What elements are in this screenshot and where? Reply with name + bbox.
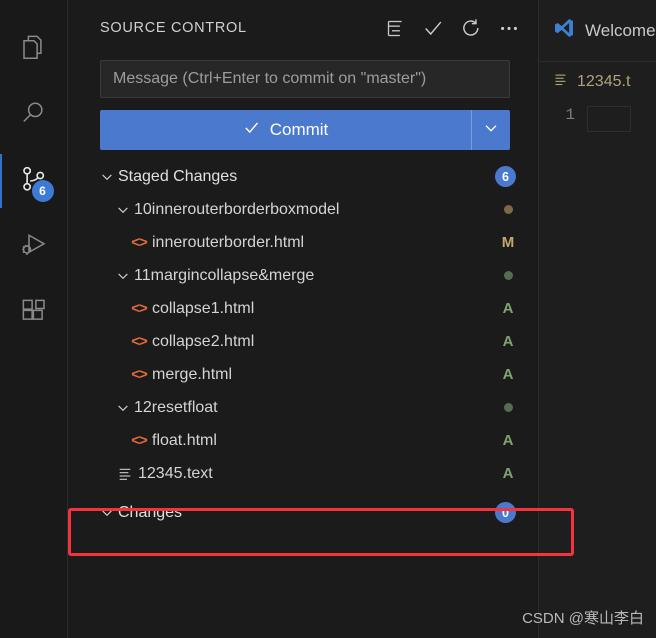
list-tree-icon[interactable]	[385, 18, 406, 39]
commit-button[interactable]: Commit	[100, 110, 471, 150]
commit-message-wrap	[68, 56, 538, 98]
activity-item-extensions[interactable]	[0, 280, 68, 346]
code-editor[interactable]: 1	[539, 102, 656, 638]
file-status: A	[502, 300, 514, 317]
tree-file-collapse1-html[interactable]: <> collapse1.html A	[68, 292, 538, 325]
source-control-tree: Staged Changes 6 10innerouterborderboxmo…	[68, 160, 538, 529]
tree-file-merge-html[interactable]: <> merge.html A	[68, 358, 538, 391]
folder-status-dot	[504, 403, 513, 412]
html-file-icon: <>	[131, 432, 148, 449]
cursor-region	[587, 106, 631, 132]
check-icon[interactable]	[422, 17, 444, 39]
chevron-down-icon	[112, 203, 134, 217]
activity-bar: 6	[0, 0, 68, 638]
html-file-icon: <>	[131, 300, 148, 317]
changes-count: 0	[495, 502, 516, 523]
chevron-down-icon	[483, 120, 499, 141]
tab-welcome[interactable]: Welcome	[539, 0, 656, 61]
editor-area: Welcome 12345.t 1	[538, 0, 656, 638]
tree-file-collapse2-html[interactable]: <> collapse2.html A	[68, 325, 538, 358]
chevron-down-icon	[112, 401, 134, 415]
chevron-down-icon	[96, 506, 118, 520]
activity-item-explorer[interactable]	[0, 16, 68, 82]
tree-file-innerouterborder-html[interactable]: <> innerouterborder.html M	[68, 226, 538, 259]
commit-button-wrap: Commit	[68, 98, 538, 150]
breadcrumb-label: 12345.t	[577, 73, 631, 90]
source-control-panel: SOURCE CONTROL Message (Ctrl+Enter to co…	[68, 0, 574, 638]
file-label: 12345.text	[138, 464, 213, 482]
panel-title: SOURCE CONTROL	[100, 20, 247, 36]
text-file-icon	[112, 466, 138, 482]
files-icon	[19, 32, 49, 67]
file-label: collapse1.html	[152, 299, 255, 317]
line-number-gutter: 1	[539, 104, 583, 638]
commit-message-input[interactable]	[100, 60, 510, 98]
chevron-down-icon	[112, 269, 134, 283]
editor-tab-bar: Welcome	[539, 0, 656, 62]
commit-dropdown-button[interactable]	[471, 110, 510, 150]
refresh-icon[interactable]	[460, 17, 482, 39]
run-debug-icon	[19, 230, 49, 265]
activity-item-search[interactable]	[0, 82, 68, 148]
html-file-icon: <>	[131, 333, 148, 350]
group-changes[interactable]: Changes 0	[68, 496, 538, 529]
tab-label: Welcome	[585, 20, 656, 40]
ellipsis-icon[interactable]	[498, 17, 520, 39]
html-file-icon: <>	[131, 234, 148, 251]
folder-label: 10innerouterborderboxmodel	[134, 200, 340, 218]
source-control-header: SOURCE CONTROL	[68, 0, 538, 56]
group-staged-changes[interactable]: Staged Changes 6	[68, 160, 538, 193]
file-status: A	[502, 432, 514, 449]
tree-file-12345-text[interactable]: 12345.text A	[68, 457, 538, 490]
vscode-window: 6 SOURCE CONTROL Message (Ctrl+Enter to …	[0, 0, 656, 638]
tree-folder-12resetfloat[interactable]: 12resetfloat	[68, 391, 538, 424]
folder-label: 12resetfloat	[134, 398, 218, 416]
file-label: merge.html	[152, 365, 233, 383]
file-status: A	[502, 465, 514, 482]
source-control-badge: 6	[31, 180, 54, 202]
extensions-icon	[19, 296, 49, 331]
folder-status-dot	[504, 205, 513, 214]
file-status: M	[501, 234, 515, 251]
code-content[interactable]	[583, 104, 656, 638]
activity-item-source-control[interactable]: 6	[0, 148, 68, 214]
html-file-icon: <>	[131, 366, 148, 383]
source-control-actions	[385, 17, 520, 39]
chevron-down-icon	[96, 170, 118, 184]
activity-item-run-and-debug[interactable]	[0, 214, 68, 280]
group-label: Changes	[118, 503, 183, 521]
commit-button-group: Commit	[100, 110, 510, 150]
file-label: innerouterborder.html	[152, 233, 305, 251]
commit-button-label: Commit	[269, 120, 329, 139]
line-number: 1	[565, 106, 575, 124]
tree-file-float-html[interactable]: <> float.html A	[68, 424, 538, 457]
folder-label: 11margincollapse&merge	[134, 266, 315, 284]
tree-folder-11margincollapse-merge[interactable]: 11margincollapse&merge	[68, 259, 538, 292]
text-file-icon	[553, 72, 568, 92]
file-status: A	[502, 366, 514, 383]
staged-changes-count: 6	[495, 166, 516, 187]
file-label: float.html	[152, 431, 217, 449]
file-label: collapse2.html	[152, 332, 255, 350]
breadcrumb[interactable]: 12345.t	[539, 62, 656, 102]
search-icon	[19, 98, 49, 133]
group-label: Staged Changes	[118, 167, 238, 185]
tree-folder-10innerouterborderboxmodel[interactable]: 10innerouterborderboxmodel	[68, 193, 538, 226]
vscode-logo-icon	[553, 17, 575, 44]
check-icon	[243, 119, 260, 141]
folder-status-dot	[504, 271, 513, 280]
file-status: A	[502, 333, 514, 350]
